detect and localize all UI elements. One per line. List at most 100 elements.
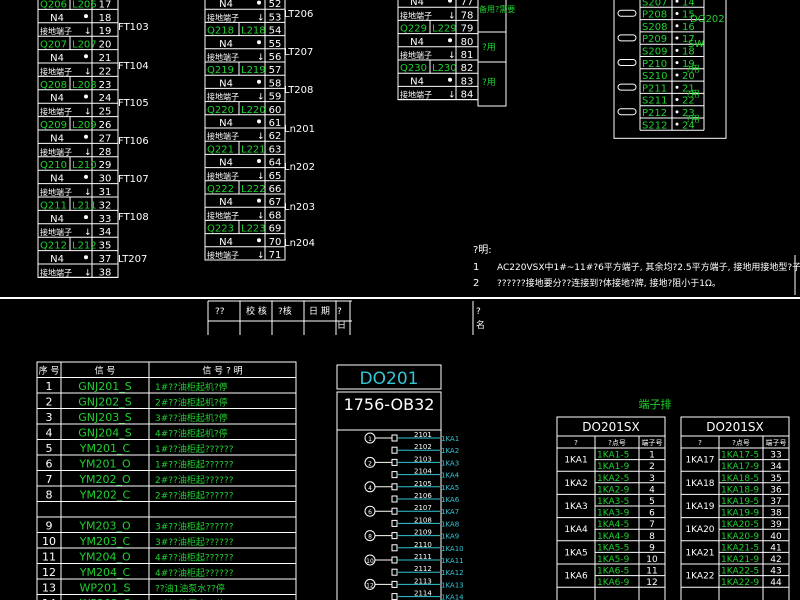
col-a-ground-icon: ↓ <box>84 188 92 198</box>
signal-table-description: 2#??油柜起机?停 <box>155 397 228 409</box>
signal-table-signal: YM201_C <box>79 442 131 455</box>
col-a-terminal-label: Q210 <box>40 160 67 171</box>
col-b-terminal-number: 65 <box>269 171 282 182</box>
relay-label: 1KA4 <box>441 472 460 480</box>
col-a-loop-label: FT104 <box>118 61 149 72</box>
col-c-terminal-number: 82 <box>461 63 474 74</box>
col-d-terminal-dot <box>675 61 679 65</box>
col-d-terminal-label: S209 <box>642 47 667 58</box>
col-d-terminal-label: S207 <box>642 0 667 8</box>
col-d-terminal-dot <box>675 0 679 3</box>
col-a-terminal-number: 32 <box>99 200 112 211</box>
relay-label: 1KA6 <box>441 496 460 504</box>
terminal-block-title: 端子排 <box>639 397 672 411</box>
pin-number: 1 <box>368 436 372 443</box>
col-b-terminal-label: Q221 <box>207 144 234 155</box>
col-a-terminal-number: 24 <box>99 93 112 104</box>
terminal-table-1-group-label: 1KA3 <box>564 502 587 512</box>
col-b-terminal-label: L221 <box>241 144 266 155</box>
col-b-terminal-number: 71 <box>269 250 282 261</box>
terminal-table-1-group-label: 1KA1 <box>564 456 587 466</box>
col-d-terminal-dot <box>675 98 679 102</box>
col-a-terminal-number: 37 <box>99 254 112 265</box>
col-a-terminal-number: 22 <box>99 66 112 77</box>
col-d-tag: DO202 <box>690 14 725 25</box>
pin-number: 10 <box>366 558 374 565</box>
col-d-terminal-dot <box>675 73 679 77</box>
col-c-terminal-label: L230 <box>432 63 457 74</box>
col-c-terminal-label: N4 <box>410 76 424 87</box>
signal-table-signal: YM203_O <box>78 520 131 533</box>
col-a-terminal-number: 19 <box>99 26 112 37</box>
col-a-terminal-label: 接地端子 <box>40 227 72 237</box>
col-b-terminal-label: N4 <box>219 78 233 89</box>
col-c-ground-icon: ↓ <box>448 91 456 101</box>
pin-terminal <box>391 458 398 466</box>
pin-terminal <box>391 471 398 479</box>
pin-terminal <box>391 495 398 503</box>
terminal-table-2-group-label: 1KA22 <box>685 572 714 582</box>
col-a-terminal-label: Q212 <box>40 241 67 252</box>
col-d-tag: ?用 <box>686 114 700 125</box>
col-a-terminal-label: Q209 <box>40 120 67 131</box>
signal-table-signal: GNJ201_S <box>78 380 131 393</box>
col-b-ground-icon: ↓ <box>257 13 265 23</box>
col-c-terminal-dot <box>448 38 452 43</box>
wire-number: 2105 <box>414 480 432 488</box>
col-c-side-label: ?用 <box>482 42 496 53</box>
terminal-table-1-group-label: 1KA5 <box>564 548 587 558</box>
title-block-label: 日 <box>337 320 346 331</box>
note-number: 1 <box>473 262 479 273</box>
terminal-table-2-group-label: 1KA17 <box>685 456 714 466</box>
col-a-loop-label: FT105 <box>118 98 149 109</box>
signal-table-signal: YM204_C <box>79 566 131 579</box>
signal-table-number: 6 <box>46 458 53 471</box>
pin-number: 12 <box>366 582 374 589</box>
signal-table-number: 10 <box>42 535 56 548</box>
col-a-terminal-label: 接地端子 <box>40 66 72 76</box>
col-a-terminal-label: 接地端子 <box>40 107 72 117</box>
signal-table-number: 3 <box>46 411 53 424</box>
signal-table-description: 3#??油柜起机?停 <box>155 412 228 424</box>
signal-table-description: 1#??油柜起?????? <box>155 459 234 471</box>
module-model: 1756-OB32 <box>344 395 435 414</box>
col-a-terminal-number: 31 <box>99 187 112 198</box>
pin-terminal <box>391 593 398 600</box>
signal-table-header: 信 号 ? 明 <box>202 365 242 377</box>
signal-table-number: 13 <box>42 582 56 595</box>
pin-terminal <box>391 446 398 454</box>
pin-terminal <box>391 519 398 527</box>
terminal-table-1-group-label: 1KA4 <box>564 525 588 535</box>
col-a-terminal-label: N4 <box>50 214 64 225</box>
title-block-label: ?? <box>215 307 225 317</box>
col-c-terminal-label: N4 <box>410 0 424 8</box>
col-b-terminal-label: Q220 <box>207 105 234 116</box>
fuse-icon <box>617 34 637 42</box>
col-a-terminal-label: L211 <box>72 200 97 211</box>
signal-table-signal: GNJ204_S <box>78 427 131 440</box>
col-b-terminal-label: N4 <box>219 0 233 10</box>
col-a-terminal-dot <box>84 215 88 220</box>
col-a-terminal-label: Q206 <box>40 0 67 10</box>
col-a-terminal-label: N4 <box>50 254 64 265</box>
col-b-ground-icon: ↓ <box>257 251 265 261</box>
col-a-ground-icon: ↓ <box>84 67 92 77</box>
signal-table-description: 4#??油柜起?????? <box>155 567 234 579</box>
col-c-terminal-number: 81 <box>461 50 474 61</box>
terminal-table-1-header: ?点号 <box>608 439 626 447</box>
col-c-terminal-dot <box>448 77 452 82</box>
col-a-terminal-number: 20 <box>99 40 112 51</box>
col-a-terminal-number: 28 <box>99 147 112 158</box>
col-b-terminal-number: 67 <box>269 197 282 208</box>
col-a-terminal-dot <box>84 14 88 19</box>
col-b-terminal-number: 56 <box>269 52 282 63</box>
col-a-terminal-number: 38 <box>99 267 112 278</box>
col-b-ground-icon: ↓ <box>257 132 265 142</box>
signal-table-header: 序 号 <box>39 365 60 377</box>
relay-label: 1KA1 <box>441 435 459 443</box>
col-a-terminal-dot <box>84 255 88 260</box>
col-a-terminal-label: Q211 <box>40 200 67 211</box>
col-c-terminal-label: L229 <box>432 24 457 35</box>
note-number: 2 <box>473 278 479 289</box>
col-c-terminal-label: Q230 <box>400 63 427 74</box>
